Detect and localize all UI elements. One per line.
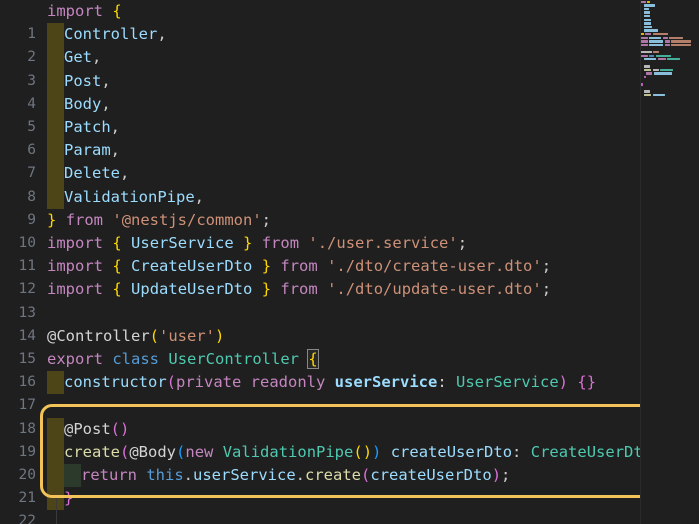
line-text: Post,: [64, 71, 111, 90]
line-text: create(@Body(new ValidationPipe()) creat…: [64, 442, 653, 461]
line-text: }: [64, 489, 74, 508]
line-text: import {: [47, 2, 122, 20]
line-text: Patch,: [64, 118, 121, 136]
indent-rule: [56, 498, 57, 524]
line-text: import { UserService } from './user.serv…: [47, 234, 468, 252]
indent-guide: [47, 371, 64, 395]
code-line[interactable]: 22 }: [0, 487, 699, 524]
line-text: Body,: [64, 94, 111, 113]
indent-guide: [47, 440, 64, 464]
code-line[interactable]: 11 import { UserService } from './user.s…: [0, 232, 699, 274]
code-line[interactable]: 13 import { UpdateUserDto } from './dto/…: [0, 278, 699, 320]
line-text: Delete,: [64, 164, 130, 183]
code-line[interactable]: 8 Delete,: [0, 162, 699, 205]
code-line[interactable]: 2 Controller,: [0, 23, 699, 65]
code-line[interactable]: 1 import {: [0, 0, 699, 42]
line-text: Controller,: [64, 25, 167, 44]
indent-guide: [47, 162, 64, 186]
indent-guide: [47, 116, 64, 140]
line-text: } from '@nestjs/common';: [47, 210, 272, 229]
line-text: export class UserController {: [47, 349, 319, 369]
code-line[interactable]: 23: [0, 510, 699, 524]
code-line[interactable]: 6 Patch,: [0, 116, 699, 158]
indent-guide: [47, 185, 64, 209]
minimap-empty-area: [641, 96, 699, 524]
code-editor[interactable]: 1 import { 2 Controller, 3 Get, 4 Post, …: [0, 0, 699, 524]
line-text: ValidationPipe,: [64, 187, 204, 206]
code-content[interactable]: 1 import { 2 Controller, 3 Get, 4 Post, …: [0, 0, 699, 524]
line-text: @Post(): [64, 419, 130, 438]
code-line[interactable]: 17 constructor(private readonly userServ…: [0, 371, 699, 413]
line-text: import { CreateUserDto } from './dto/cre…: [47, 257, 552, 276]
indent-guide: [47, 464, 64, 488]
code-line[interactable]: 4 Post,: [0, 69, 699, 112]
line-text: @Controller('user'): [47, 326, 225, 345]
indent-guide: [47, 69, 64, 93]
code-line[interactable]: 16 export class UserController {: [0, 348, 699, 390]
indent-guide: [47, 139, 64, 163]
indent-guide: [47, 46, 64, 70]
line-text: Get,: [64, 48, 102, 67]
line-text: import { UpdateUserDto } from './dto/upd…: [47, 280, 552, 299]
indent-guide: [47, 23, 64, 47]
code-line[interactable]: 20 create(@Body(new ValidationPipe()) cr…: [0, 440, 699, 483]
line-text: constructor(private readonly userService…: [64, 373, 597, 392]
code-line[interactable]: 21 return this.userService.create(create…: [0, 464, 699, 506]
code-line[interactable]: 9 ValidationPipe,: [0, 185, 699, 228]
code-line[interactable]: 7 Param,: [0, 139, 699, 181]
code-line[interactable]: 12 import { CreateUserDto } from './dto/…: [0, 255, 699, 297]
code-line[interactable]: 15 @Controller('user'): [0, 325, 699, 367]
indent-guide: [47, 92, 64, 116]
indent-guide: [47, 417, 64, 441]
bracket-match-highlight: {: [307, 349, 319, 369]
line-text: Param,: [64, 141, 121, 160]
code-line[interactable]: 18: [0, 394, 699, 437]
code-line[interactable]: 5 Body,: [0, 92, 699, 135]
code-line[interactable]: 19 @Post(): [0, 417, 699, 460]
line-text: return this.userService.create(createUse…: [81, 466, 511, 484]
minimap[interactable]: [641, 0, 699, 96]
code-line[interactable]: 10 } from '@nestjs/common';: [0, 209, 699, 251]
code-line[interactable]: 14: [0, 302, 699, 344]
code-line[interactable]: 3 Get,: [0, 46, 699, 89]
indent-guide: [64, 464, 81, 488]
